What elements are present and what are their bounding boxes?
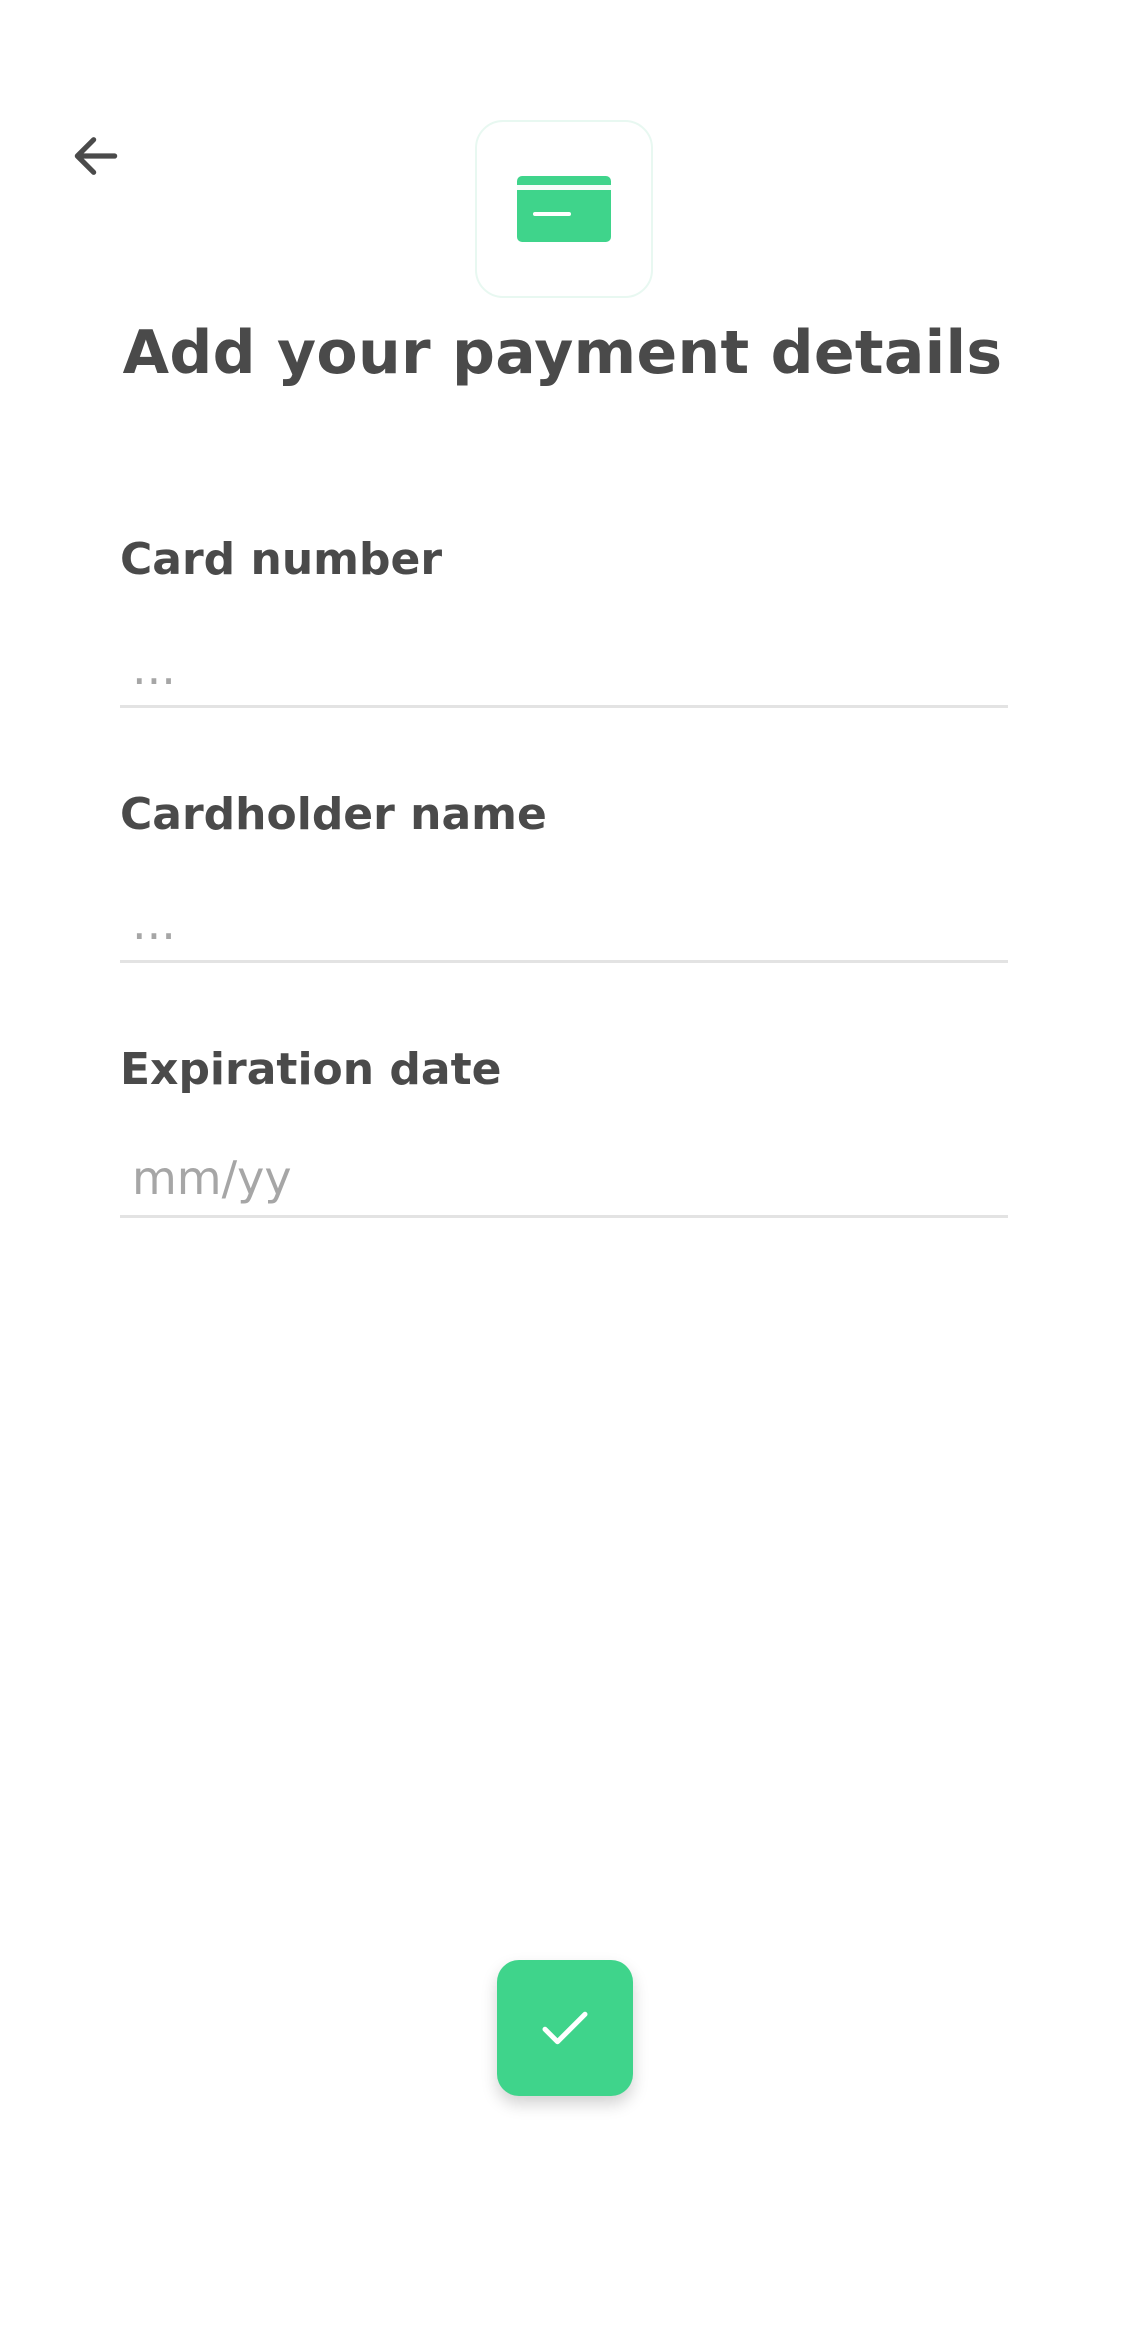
cardholder-name-field: Cardholder name — [120, 785, 1008, 963]
cardholder-name-input[interactable] — [120, 895, 1008, 963]
arrow-left-icon — [74, 137, 118, 175]
confirm-button[interactable] — [497, 1960, 633, 2096]
expiration-date-input[interactable] — [120, 1150, 1008, 1218]
checkmark-icon — [542, 2011, 588, 2045]
payment-card-badge — [475, 120, 653, 298]
card-number-label: Card number — [120, 534, 443, 585]
expiration-date-field: Expiration date — [120, 1040, 1008, 1218]
expiration-date-label: Expiration date — [120, 1044, 502, 1095]
cardholder-name-label: Cardholder name — [120, 789, 547, 840]
page-title: Add your payment details — [122, 318, 1003, 388]
back-button[interactable] — [60, 120, 132, 192]
payment-details-screen: Add your payment details Card number Car… — [0, 0, 1125, 2337]
card-number-field: Card number — [120, 530, 1008, 708]
card-number-input[interactable] — [120, 640, 1008, 708]
credit-card-icon — [517, 176, 611, 242]
